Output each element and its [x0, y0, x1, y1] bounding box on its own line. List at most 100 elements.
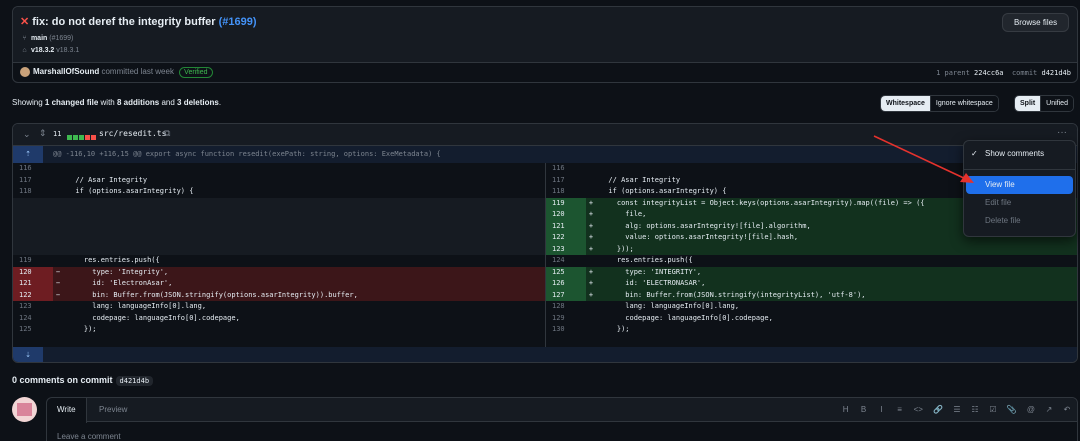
whitespace-button[interactable]: Whitespace: [881, 96, 930, 111]
commit-sha: d421d4b: [1041, 69, 1071, 77]
code-line: file,: [600, 210, 647, 218]
toolbar-button-icon[interactable]: @: [1027, 405, 1035, 414]
line-number: [13, 198, 53, 210]
toolbar-button-icon[interactable]: ☰: [953, 405, 961, 414]
pr-link[interactable]: (#1699): [219, 16, 257, 28]
split-button[interactable]: Split: [1015, 96, 1041, 111]
line-number[interactable]: 119: [13, 255, 53, 267]
branch-link[interactable]: main: [31, 35, 47, 42]
hunk-text: @@ -116,10 +116,15 @@ export async funct…: [53, 150, 441, 158]
diffstat-bar: [73, 135, 78, 140]
diff-sign: [53, 163, 63, 175]
code-line: if (options.asarIntegrity) {: [67, 187, 194, 195]
diff-sign: +: [588, 221, 594, 230]
tag-link-main[interactable]: v18.3.2: [31, 47, 54, 54]
diff-sign: [53, 186, 63, 198]
toolbar-button-icon[interactable]: 📎: [1007, 405, 1017, 414]
line-number[interactable]: 120: [546, 209, 586, 221]
diff-sign: [586, 163, 596, 175]
code-line: codepage: languageInfo[0].codepage,: [67, 313, 240, 322]
line-number[interactable]: 117: [546, 175, 586, 187]
browse-files-button[interactable]: Browse files: [1002, 13, 1069, 32]
diff-sign: [53, 255, 63, 267]
line-number[interactable]: 119: [546, 197, 586, 209]
toolbar-button-icon[interactable]: 🔗: [933, 405, 943, 414]
diff-row: 121− id: 'ElectronAsar',: [13, 278, 545, 290]
diff-sign: [586, 255, 596, 267]
toolbar-button-icon[interactable]: ≡: [896, 405, 904, 414]
toolbar-button-icon[interactable]: <>: [914, 405, 923, 414]
menu-item-show-comments[interactable]: ✓ Show comments: [964, 145, 1075, 163]
commit-header: ✕ fix: do not deref the integrity buffer …: [12, 6, 1078, 83]
line-number: [13, 232, 53, 244]
toolbar-button-icon[interactable]: H: [842, 405, 850, 414]
unified-button[interactable]: Unified: [1040, 96, 1073, 111]
failed-status-icon[interactable]: ✕: [20, 16, 29, 28]
line-number[interactable]: 123: [546, 243, 586, 255]
line-number[interactable]: 129: [546, 313, 586, 325]
line-number[interactable]: 124: [13, 313, 53, 325]
line-number[interactable]: 130: [546, 324, 586, 336]
line-number[interactable]: 116: [546, 163, 586, 175]
tag-link-other[interactable]: v18.3.1: [56, 47, 79, 54]
diff-row: 122− bin: Buffer.from(JSON.stringify(opt…: [13, 289, 545, 301]
line-number[interactable]: 124: [546, 255, 586, 267]
diff-sign: [53, 175, 63, 187]
line-number[interactable]: 123: [13, 301, 53, 313]
line-number[interactable]: 127: [546, 289, 586, 301]
line-number[interactable]: 117: [13, 175, 53, 187]
toolbar-button-icon[interactable]: ☷: [971, 405, 979, 414]
verified-badge[interactable]: Verified: [179, 67, 213, 79]
diff-row: 126 + id: 'ELECTRONASAR',: [546, 278, 1077, 290]
author-avatar[interactable]: [20, 67, 30, 77]
tab-preview[interactable]: Preview: [89, 398, 137, 422]
line-number[interactable]: 125: [546, 266, 586, 278]
comments-heading: 0 comments on commit d421d4b: [12, 375, 154, 386]
diff-sign: +: [588, 290, 594, 299]
diffstat-bar: [67, 135, 72, 140]
file-name[interactable]: src/resedit.ts: [99, 129, 166, 138]
expand-all-icon[interactable]: ⇕: [39, 128, 47, 139]
toolbar-button-icon[interactable]: I: [878, 405, 886, 414]
avatar-pattern: [17, 403, 32, 416]
diff-sign: −: [55, 279, 61, 287]
toolbar-button-icon[interactable]: B: [860, 405, 868, 414]
line-number[interactable]: 122: [13, 289, 53, 301]
committed-time: committed last week: [101, 67, 174, 77]
expand-up-icon[interactable]: ⇡: [13, 146, 43, 163]
toolbar-button-icon[interactable]: ↗: [1045, 405, 1053, 414]
ignore-whitespace-button[interactable]: Ignore whitespace: [929, 96, 998, 111]
expand-down-icon[interactable]: ⇣: [13, 347, 43, 362]
parent-sha-link[interactable]: 224cc6a: [974, 69, 1004, 77]
line-number[interactable]: 121: [546, 220, 586, 232]
commit-summary: ✕ fix: do not deref the integrity buffer …: [13, 7, 1077, 63]
diff-row: 119 res.entries.push({: [13, 255, 545, 267]
author-link[interactable]: MarshallOfSound: [33, 67, 99, 76]
comment-input[interactable]: Leave a comment: [57, 432, 121, 441]
line-number[interactable]: 125: [13, 324, 53, 336]
stats-period: .: [218, 98, 222, 107]
kebab-menu-icon[interactable]: ···: [1057, 127, 1067, 138]
line-number: [13, 221, 53, 233]
line-number[interactable]: 116: [13, 163, 53, 175]
line-number[interactable]: 121: [13, 278, 53, 290]
line-number[interactable]: 122: [546, 232, 586, 244]
line-number[interactable]: 118: [546, 186, 586, 198]
diff-row: 127 + bin: Buffer.from(JSON.stringify(int…: [546, 289, 1077, 301]
tab-write[interactable]: Write: [47, 398, 87, 423]
line-number[interactable]: 126: [546, 278, 586, 290]
diff-sign: +: [588, 198, 594, 207]
user-avatar[interactable]: [12, 397, 37, 422]
line-number[interactable]: 120: [13, 266, 53, 278]
line-number[interactable]: 128: [546, 301, 586, 313]
toolbar-button-icon[interactable]: ☑: [989, 405, 997, 414]
collapse-chevron-icon[interactable]: ⌄: [23, 129, 31, 140]
line-number[interactable]: 118: [13, 186, 53, 198]
toolbar-button-icon[interactable]: ↶: [1063, 405, 1071, 414]
menu-item-view-file[interactable]: View file: [966, 176, 1073, 194]
tag-info: ⌂ v18.3.2 v18.3.1: [20, 47, 79, 54]
branch-info: ⑂ main (#1699): [20, 35, 73, 42]
line-number: [13, 209, 53, 221]
copy-icon[interactable]: ⧉: [164, 128, 170, 139]
